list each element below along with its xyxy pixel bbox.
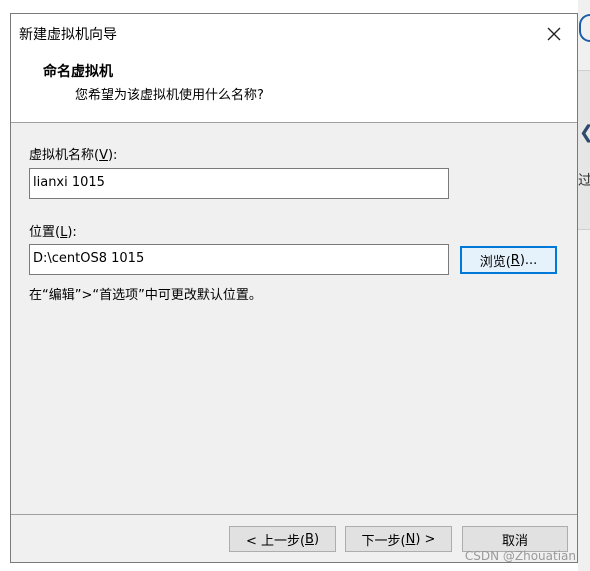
wizard-header: 命名虚拟机 您希望为该虚拟机使用什么名称? bbox=[11, 54, 577, 123]
browse-button[interactable]: 浏览(R)... bbox=[460, 246, 557, 274]
vm-name-input[interactable]: lianxi 1015 bbox=[29, 168, 449, 199]
background-partial-text: 过 bbox=[578, 173, 590, 189]
window-title: 新建虚拟机向导 bbox=[19, 27, 117, 43]
page-subtitle: 您希望为该虚拟机使用什么名称? bbox=[75, 88, 264, 103]
chevron-left-icon: ❮ bbox=[579, 122, 590, 144]
title-bar: 新建虚拟机向导 bbox=[11, 14, 577, 54]
next-button[interactable]: 下一步(N) > bbox=[345, 526, 452, 552]
close-icon bbox=[547, 27, 561, 41]
page-title: 命名虚拟机 bbox=[43, 64, 113, 80]
footer-divider bbox=[11, 514, 577, 515]
background-app: ❮ 过 bbox=[578, 0, 590, 571]
back-button[interactable]: < 上一步(B) bbox=[229, 526, 336, 552]
vmware-logo-icon bbox=[579, 14, 590, 42]
location-input[interactable]: D:\centOS8 1015 bbox=[29, 244, 449, 275]
location-hint: 在“编辑”>“首选项”中可更改默认位置。 bbox=[29, 288, 262, 303]
watermark: CSDN @Zhouatian bbox=[464, 549, 576, 563]
location-label: 位置(L): bbox=[29, 225, 77, 240]
background-toolbar bbox=[578, 70, 590, 230]
close-button[interactable] bbox=[531, 14, 577, 54]
new-vm-wizard-dialog: 新建虚拟机向导 命名虚拟机 您希望为该虚拟机使用什么名称? 虚拟机名称(V): … bbox=[10, 13, 578, 563]
vm-name-label: 虚拟机名称(V): bbox=[29, 148, 118, 163]
